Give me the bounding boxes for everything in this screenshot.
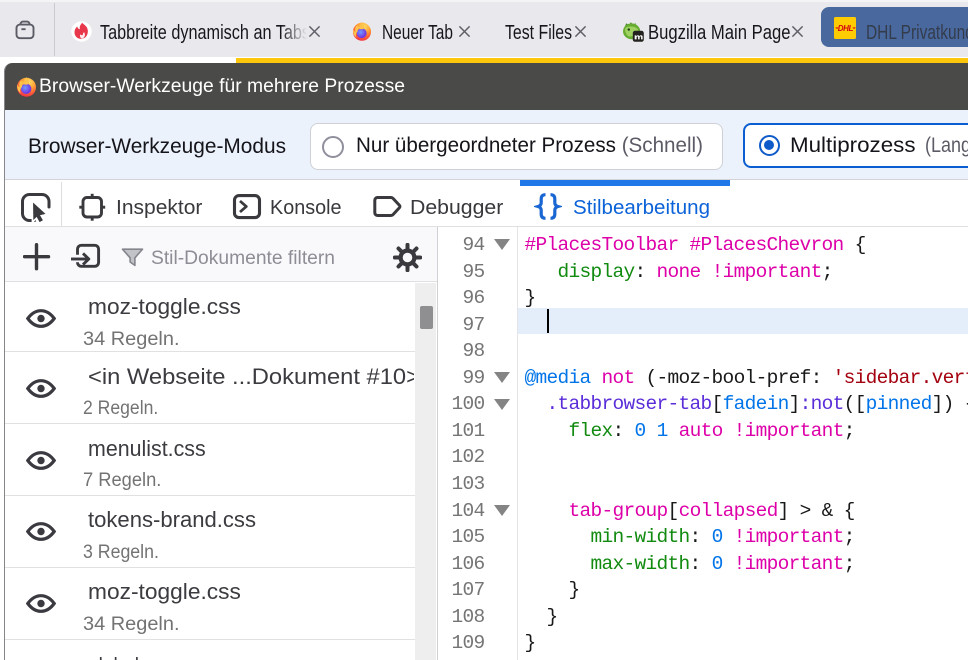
svg-text:DHL: DHL: [837, 24, 853, 33]
